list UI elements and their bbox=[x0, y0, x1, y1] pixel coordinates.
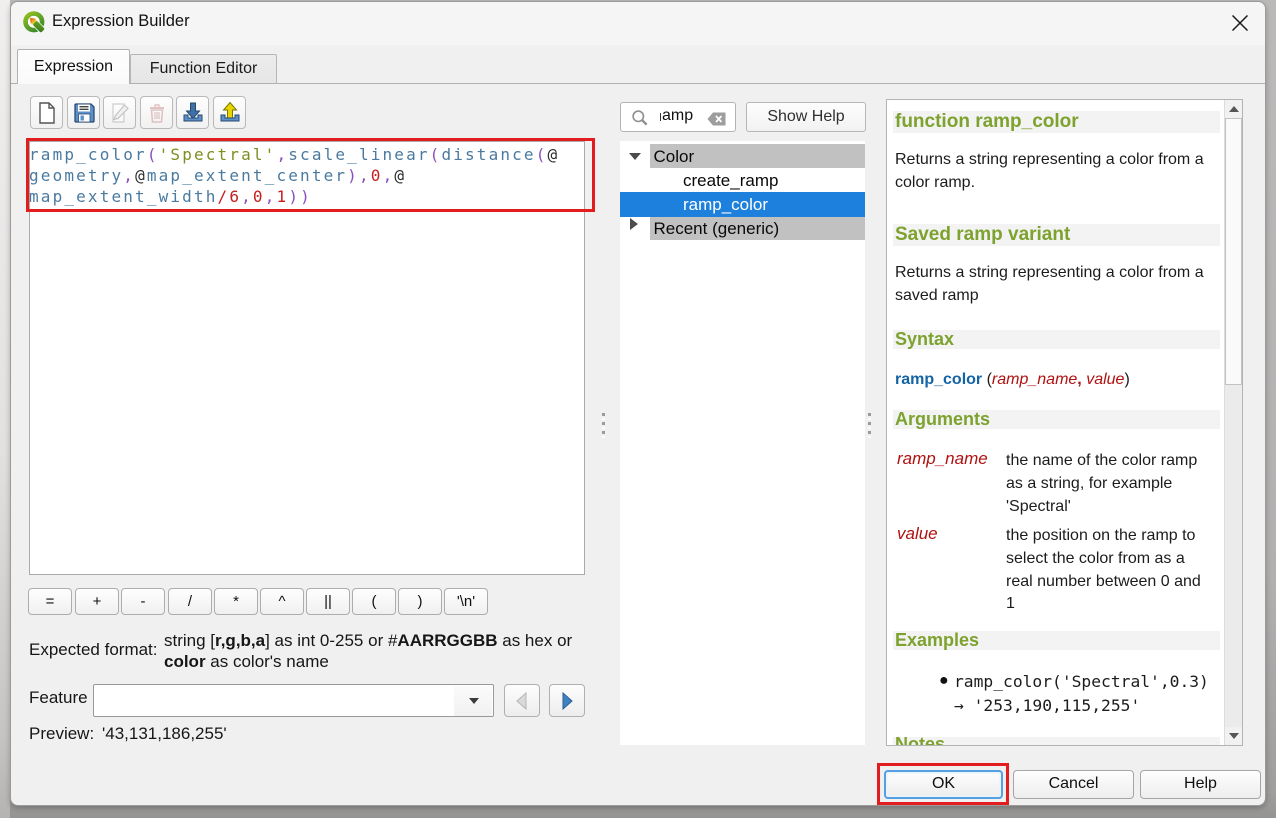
close-icon[interactable] bbox=[1232, 15, 1248, 31]
edit-expression-button[interactable] bbox=[103, 96, 136, 129]
op-minus-button[interactable]: - bbox=[121, 588, 165, 615]
scroll-down-button[interactable] bbox=[1225, 727, 1243, 745]
tree-item-create-ramp[interactable]: create_ramp bbox=[620, 168, 865, 193]
splitter-dot bbox=[868, 422, 871, 425]
cancel-button[interactable]: Cancel bbox=[1013, 770, 1134, 799]
window-title: Expression Builder bbox=[52, 12, 190, 31]
help-syntax-heading: Syntax bbox=[893, 330, 1220, 349]
help-button[interactable]: Help bbox=[1140, 770, 1261, 799]
show-help-button[interactable]: Show Help bbox=[746, 102, 866, 132]
qgis-logo-icon bbox=[23, 11, 46, 34]
splitter-dot bbox=[868, 431, 871, 434]
expected-format-label: Expected format: bbox=[29, 640, 158, 660]
titlebar: Expression Builder bbox=[11, 2, 1265, 45]
tab-expression[interactable]: Expression bbox=[17, 49, 130, 84]
argument-name: value bbox=[897, 523, 1006, 616]
save-expression-button[interactable] bbox=[67, 96, 100, 129]
argument-description: the position on the ramp to select the c… bbox=[1006, 525, 1212, 616]
scrollbar-thumb[interactable] bbox=[1225, 118, 1242, 385]
trash-icon bbox=[144, 100, 170, 126]
help-notes-heading: Notes bbox=[893, 737, 1220, 746]
collapsed-triangle-icon[interactable] bbox=[630, 218, 638, 230]
argument-row: value the position on the ramp to select… bbox=[897, 525, 1212, 616]
feature-label: Feature bbox=[29, 688, 88, 708]
help-title: function ramp_color bbox=[893, 111, 1220, 133]
op-newline-button[interactable]: '\n' bbox=[444, 588, 488, 615]
edit-icon bbox=[107, 100, 133, 126]
scroll-up-button[interactable] bbox=[1225, 100, 1243, 118]
expression-annotation-rectangle bbox=[26, 138, 595, 212]
combobox-dropdown-icon bbox=[469, 698, 479, 704]
op-multiply-button[interactable]: * bbox=[214, 588, 258, 615]
export-expressions-button[interactable] bbox=[213, 96, 246, 129]
new-expression-button[interactable] bbox=[30, 96, 63, 129]
feature-combobox[interactable] bbox=[93, 684, 494, 717]
next-feature-button[interactable] bbox=[549, 684, 585, 717]
preview-label: Preview: bbox=[29, 724, 94, 744]
tree-group-recent[interactable]: Recent (generic) bbox=[620, 217, 865, 241]
search-value: amp bbox=[662, 107, 693, 125]
example-result: → '253,190,115,255' bbox=[954, 696, 1140, 715]
left-splitter-handle[interactable] bbox=[602, 413, 605, 441]
expected-format-line-2: color as color's name bbox=[164, 651, 594, 672]
ok-annotation-rectangle bbox=[877, 763, 1009, 805]
import-icon bbox=[180, 100, 206, 126]
op-power-button[interactable]: ^ bbox=[260, 588, 304, 615]
clear-search-icon[interactable] bbox=[707, 112, 726, 126]
splitter-dot bbox=[602, 413, 605, 416]
expression-builder-dialog: Expression Builder Expression Function E… bbox=[10, 1, 1266, 806]
scroll-down-icon bbox=[1229, 733, 1239, 739]
tree-item-ramp-color[interactable]: ramp_color bbox=[620, 192, 865, 217]
op-equals-button[interactable]: = bbox=[28, 588, 72, 615]
example-expression: ramp_color('Spectral',0.3) bbox=[954, 672, 1209, 691]
argument-name: ramp_name bbox=[897, 448, 1006, 518]
help-paragraph-1: Returns a string representing a color fr… bbox=[895, 148, 1217, 194]
help-panel: function ramp_color Returns a string rep… bbox=[886, 99, 1243, 746]
help-syntax-line: ramp_color (ramp_name, value) bbox=[895, 371, 1130, 389]
splitter-dot bbox=[602, 431, 605, 434]
tab-function-editor[interactable]: Function Editor bbox=[130, 54, 277, 83]
op-close-paren-button[interactable]: ) bbox=[398, 588, 442, 615]
scroll-up-icon bbox=[1229, 106, 1239, 112]
splitter-dot bbox=[602, 422, 605, 425]
save-icon bbox=[71, 100, 97, 126]
op-divide-button[interactable]: / bbox=[168, 588, 212, 615]
op-plus-button[interactable]: + bbox=[75, 588, 119, 615]
new-file-icon bbox=[34, 100, 60, 126]
op-open-paren-button[interactable]: ( bbox=[352, 588, 396, 615]
import-expressions-button[interactable] bbox=[176, 96, 209, 129]
help-scrollbar[interactable] bbox=[1224, 100, 1242, 745]
right-splitter-handle[interactable] bbox=[868, 413, 871, 441]
previous-arrow-icon bbox=[512, 691, 532, 711]
export-icon bbox=[217, 100, 243, 126]
op-concat-button[interactable]: || bbox=[306, 588, 350, 615]
delete-expression-button[interactable] bbox=[140, 96, 173, 129]
argument-row: ramp_name the name of the color ramp as … bbox=[897, 450, 1212, 518]
expected-format-line-1: string [r,g,b,a] as int 0-255 or #AARRGG… bbox=[164, 630, 594, 651]
expected-format-text: string [r,g,b,a] as int 0-255 or #AARRGG… bbox=[164, 630, 594, 673]
tab-divider bbox=[11, 83, 1265, 84]
tree-group-color[interactable]: Color bbox=[620, 144, 865, 168]
example-bullet: ● bbox=[939, 672, 949, 690]
preview-value: '43,131,186,255' bbox=[102, 724, 227, 744]
help-variant-title: Saved ramp variant bbox=[893, 224, 1220, 246]
function-tree: Color create_ramp ramp_color Recent (gen… bbox=[620, 141, 865, 745]
search-input[interactable]: amp bbox=[620, 102, 736, 132]
expanded-triangle-icon[interactable] bbox=[629, 153, 641, 160]
previous-feature-button[interactable] bbox=[504, 684, 540, 717]
splitter-dot bbox=[868, 413, 871, 416]
help-arguments-heading: Arguments bbox=[893, 410, 1220, 429]
next-arrow-icon bbox=[557, 691, 577, 711]
argument-description: the name of the color ramp as a string, … bbox=[1006, 450, 1212, 518]
help-paragraph-2: Returns a string representing a color fr… bbox=[895, 261, 1217, 307]
search-icon bbox=[632, 110, 649, 127]
help-examples-heading: Examples bbox=[893, 631, 1220, 650]
